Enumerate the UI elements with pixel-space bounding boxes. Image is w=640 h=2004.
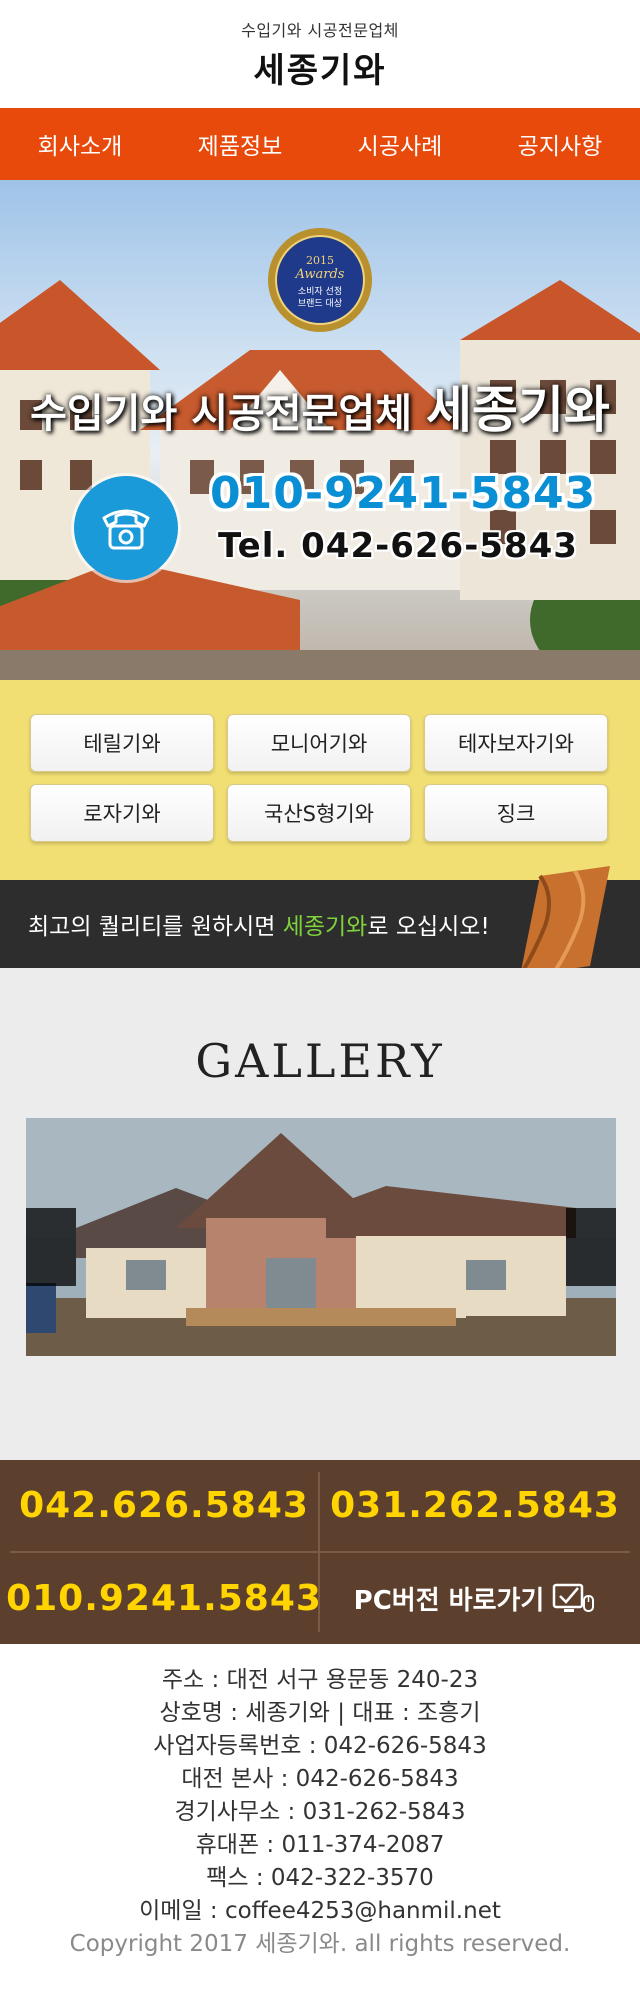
hero-mobile-number[interactable]: 010-9241-5843 — [210, 468, 596, 519]
gallery-next-arrow[interactable] — [566, 1208, 616, 1286]
footer-email[interactable]: 이메일 : coffee4253@hanmil.net — [0, 1895, 640, 1928]
svg-text:2015: 2015 — [306, 254, 334, 267]
nav-item-products[interactable]: 제품정보 — [160, 108, 320, 180]
product-button-monier[interactable]: 모니어기와 — [227, 714, 411, 772]
nav-item-notice[interactable]: 공지사항 — [480, 108, 640, 180]
footer-fax: 팩스 : 042-322-3570 — [206, 1865, 434, 1891]
pc-monitor-icon — [552, 1582, 596, 1616]
quality-text: 최고의 퀄리티를 원하시면 세종기와로 오십시오! — [28, 907, 490, 941]
quality-text-before: 최고의 퀄리티를 원하시면 — [28, 914, 283, 940]
site-footer: 주소 : 대전 서구 용문동 240-23 상호명 : 세종기와 | 대표 : … — [0, 1644, 640, 1961]
hero-title: 수입기와 시공전문업체 세종기와 — [0, 370, 640, 442]
footer-hq-phone: 대전 본사 : 042-626-5843 — [181, 1766, 459, 1792]
pc-version-label: PC버전 바로가기 — [353, 1586, 545, 1616]
contact-block: 042.626.5843 031.262.5843 010.9241.5843 … — [0, 1460, 640, 1644]
header-subtitle: 수입기와 시공전문업체 — [241, 20, 399, 40]
footer-copyright: Copyright 2017 세종기와. all rights reserved… — [69, 1931, 571, 1957]
telephone-icon[interactable] — [74, 476, 178, 580]
product-menu: 테릴기와 모니어기와 테자보자기와 로자기와 국산S형기와 징크 — [0, 680, 640, 880]
quality-text-after: 로 오십시오! — [367, 914, 490, 940]
footer-gyeonggi-phone: 경기사무소 : 031-262-5843 — [174, 1799, 466, 1825]
hero-title-prefix: 수입기와 시공전문업체 — [30, 391, 412, 437]
nav-item-company[interactable]: 회사소개 — [0, 108, 160, 180]
gallery-photo[interactable] — [26, 1118, 616, 1356]
quality-brand: 세종기와 — [282, 914, 368, 940]
hero-title-brand: 세종기와 — [425, 381, 610, 439]
roof-tile-image — [510, 866, 620, 980]
nav-item-cases[interactable]: 시공사례 — [320, 108, 480, 180]
quality-banner: 최고의 퀄리티를 원하시면 세종기와로 오십시오! — [0, 866, 640, 978]
site-logo[interactable]: 세종기와 — [253, 43, 386, 92]
gallery-title: GALLERY — [195, 1034, 445, 1088]
gallery-prev-arrow[interactable] — [26, 1208, 76, 1286]
contact-phone-daejeon[interactable]: 042.626.5843 — [10, 1460, 318, 1551]
svg-text:소비자 선정: 소비자 선정 — [298, 286, 342, 297]
product-button-zinc[interactable]: 징크 — [424, 784, 608, 842]
gallery-section: GALLERY — [0, 968, 640, 1460]
product-button-tejabo[interactable]: 테자보자기와 — [424, 714, 608, 772]
contact-phone-mobile[interactable]: 010.9241.5843 — [6, 1553, 321, 1644]
svg-text:브랜드 대상: 브랜드 대상 — [298, 298, 342, 309]
footer-mobile: 휴대폰 : 011-374-2087 — [195, 1832, 445, 1858]
footer-company: 상호명 : 세종기와 | 대표 : 조흥기 — [159, 1700, 481, 1726]
site-header: 수입기와 시공전문업체 세종기와 — [0, 0, 640, 108]
footer-address: 주소 : 대전 서구 용문동 240-23 — [161, 1667, 479, 1693]
hero-tel-number[interactable]: Tel. 042-626-5843 — [218, 526, 578, 566]
product-button-domestic-s[interactable]: 국산S형기와 — [227, 784, 411, 842]
svg-text:Awards: Awards — [295, 267, 345, 282]
contact-phone-gyeonggi[interactable]: 031.262.5843 — [320, 1460, 630, 1551]
product-button-teril[interactable]: 테릴기와 — [30, 714, 214, 772]
award-badge: 2015 Awards 소비자 선정 브랜드 대상 — [264, 224, 376, 336]
hero-banner: 2015 Awards 소비자 선정 브랜드 대상 수입기와 시공전문업체 세종… — [0, 180, 640, 680]
page: 수입기와 시공전문업체 세종기와 회사소개 제품정보 시공사례 공지사항 201… — [0, 0, 640, 2004]
product-button-roja[interactable]: 로자기와 — [30, 784, 214, 842]
main-nav: 회사소개 제품정보 시공사례 공지사항 — [0, 108, 640, 180]
pc-version-link[interactable]: PC버전 바로가기 — [320, 1553, 630, 1644]
footer-business-number: 사업자등록번호 : 042-626-5843 — [153, 1733, 487, 1759]
